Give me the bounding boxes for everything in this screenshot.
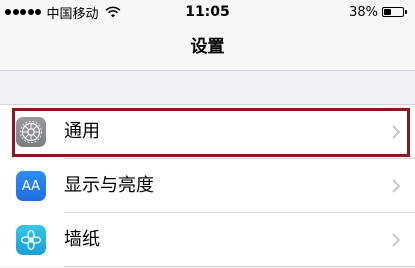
chevron-right-icon <box>392 233 401 247</box>
status-right: 38% <box>349 3 407 21</box>
navigation-bar: 设置 <box>0 24 415 71</box>
gear-icon <box>16 117 46 147</box>
settings-item-label: 墙纸 <box>64 229 100 250</box>
settings-item-label: 通用 <box>64 121 100 142</box>
row-divider <box>64 266 415 267</box>
wallpaper-flower-icon <box>16 225 46 255</box>
battery-percent: 38% <box>349 4 378 20</box>
page-title: 设置 <box>190 37 225 57</box>
settings-group: 通用 AA 显示与亮度 墙纸 <box>0 104 415 267</box>
settings-item-label: 显示与亮度 <box>64 175 154 196</box>
display-brightness-icon: AA <box>16 171 46 201</box>
status-bar: 中国移动 11:05 38% <box>0 0 415 24</box>
settings-item-display-brightness[interactable]: AA 显示与亮度 <box>0 159 415 213</box>
settings-item-wallpaper[interactable]: 墙纸 <box>0 213 415 267</box>
chevron-right-icon <box>392 125 401 139</box>
battery-icon <box>382 7 404 17</box>
chevron-right-icon <box>392 179 401 193</box>
settings-item-general[interactable]: 通用 <box>0 105 415 159</box>
battery-fill <box>384 9 391 15</box>
battery-cap <box>405 10 407 14</box>
